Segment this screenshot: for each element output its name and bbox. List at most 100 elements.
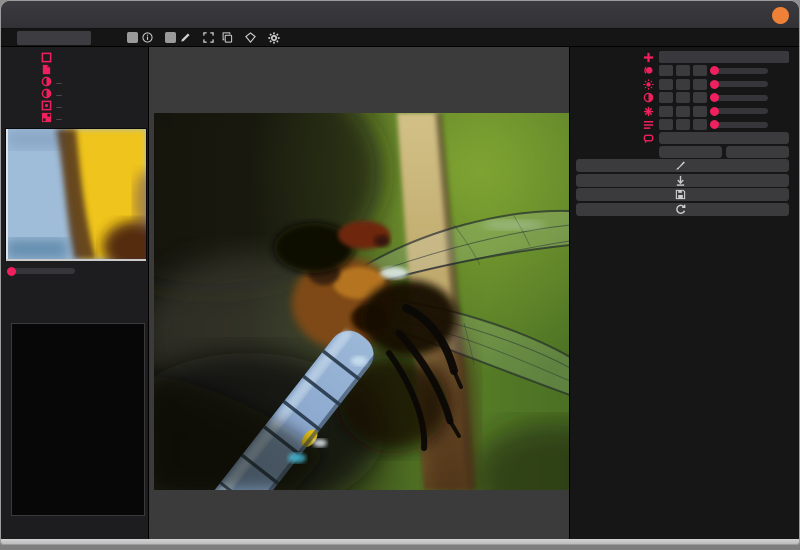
position-icon <box>40 100 53 111</box>
file-icon <box>40 64 53 75</box>
app-window <box>0 0 800 545</box>
info-row-file <box>3 64 146 75</box>
rgba-icon <box>40 76 53 87</box>
info-row-size <box>3 52 146 63</box>
remove-filter-button[interactable] <box>693 119 707 130</box>
move-down-button[interactable] <box>676 92 690 103</box>
info-row-pos <box>3 100 146 111</box>
info-row-rgbaf <box>3 88 146 99</box>
filter-row-exposure <box>576 105 789 117</box>
brightness-slider[interactable] <box>710 81 768 87</box>
down-arrow-icon <box>675 175 686 186</box>
copy-button[interactable] <box>222 32 237 43</box>
filter-row <box>576 51 789 63</box>
compare-row <box>576 146 789 158</box>
brightness-icon <box>641 79 656 90</box>
size-icon <box>40 52 53 63</box>
move-up-button[interactable] <box>659 119 673 130</box>
main-area <box>1 47 799 539</box>
exposure-icon <box>641 106 656 117</box>
overwrite-file-button[interactable] <box>576 188 789 201</box>
move-up-button[interactable] <box>659 65 673 76</box>
paste-button[interactable] <box>245 32 260 43</box>
remove-filter-button[interactable] <box>693 65 707 76</box>
reset-row <box>576 132 789 144</box>
move-up-button[interactable] <box>659 92 673 103</box>
move-down-button[interactable] <box>676 79 690 90</box>
color-fringe-slider[interactable] <box>710 68 768 74</box>
filter-row-desaturate <box>576 119 789 131</box>
save-icon <box>675 189 686 200</box>
reload-icon <box>675 204 686 215</box>
stat-colors <box>7 278 146 291</box>
paint-mode-button[interactable] <box>576 159 789 172</box>
move-down-button[interactable] <box>676 119 690 130</box>
pencil-icon <box>180 32 191 43</box>
move-up-button[interactable] <box>659 79 673 90</box>
paste-icon <box>245 32 256 43</box>
pos-value <box>56 107 62 108</box>
stat-pixels <box>7 304 146 317</box>
brush-icon <box>675 160 686 171</box>
preview-crosshair-v <box>6 129 8 259</box>
edit-checkbox[interactable] <box>165 32 176 43</box>
slider-knob[interactable] <box>710 80 719 89</box>
rgbaf-value <box>56 95 62 96</box>
apply-all-edits-button[interactable] <box>576 174 789 187</box>
rgba-float-icon <box>40 88 53 99</box>
stat-transparent <box>7 291 146 304</box>
rgba8-value <box>56 83 62 84</box>
uv-value <box>56 119 62 120</box>
channels-dropdown[interactable] <box>17 31 91 45</box>
info-row-uv <box>3 112 146 123</box>
info-checkbox[interactable] <box>127 32 138 43</box>
filter-row-contrast <box>576 92 789 104</box>
info-panel <box>1 47 149 539</box>
image-tiling-row <box>7 268 146 274</box>
slider-knob[interactable] <box>710 66 719 75</box>
reset-all-edits-button[interactable] <box>659 132 789 144</box>
contrast-icon <box>641 92 656 103</box>
copy-icon <box>222 32 233 43</box>
compare-modified-button[interactable] <box>726 146 789 158</box>
slider-knob[interactable] <box>7 267 16 276</box>
gear-icon[interactable] <box>268 32 280 44</box>
remove-filter-button[interactable] <box>693 106 707 117</box>
info-toggle[interactable] <box>127 32 157 43</box>
desaturate-slider[interactable] <box>710 122 768 128</box>
toolbar <box>1 29 799 47</box>
move-down-button[interactable] <box>676 65 690 76</box>
preview-crosshair-h <box>6 259 146 261</box>
slider-knob[interactable] <box>710 93 719 102</box>
remove-filter-button[interactable] <box>693 92 707 103</box>
move-down-button[interactable] <box>676 106 690 117</box>
histogram <box>11 323 145 516</box>
add-filter-icon <box>641 52 656 63</box>
image-viewport[interactable] <box>149 47 569 539</box>
contrast-slider[interactable] <box>710 95 768 101</box>
filter-dropdown[interactable] <box>659 51 789 63</box>
filter-row-brightness <box>576 78 789 90</box>
zoom-preview <box>5 128 147 260</box>
info-icon <box>142 32 153 43</box>
move-up-button[interactable] <box>659 106 673 117</box>
info-row-rgba8 <box>3 76 146 87</box>
filter-row-color-fringe <box>576 65 789 77</box>
remove-filter-button[interactable] <box>693 79 707 90</box>
uv-checker-icon <box>40 112 53 123</box>
titlebar[interactable] <box>1 1 799 29</box>
fullscreen-icon[interactable] <box>203 32 214 43</box>
slider-knob[interactable] <box>710 107 719 116</box>
compare-original-button[interactable] <box>659 146 722 158</box>
close-button[interactable] <box>772 7 789 24</box>
color-fringe-icon <box>641 65 656 76</box>
reload-image-button[interactable] <box>576 203 789 216</box>
desaturate-icon <box>641 119 656 130</box>
edit-toggle[interactable] <box>165 32 195 43</box>
edit-panel <box>569 47 799 539</box>
image-canvas[interactable] <box>154 113 569 490</box>
slider-knob[interactable] <box>710 120 719 129</box>
exposure-slider[interactable] <box>710 108 768 114</box>
window-bottom-edge <box>1 539 799 544</box>
image-tiling-slider[interactable] <box>7 268 75 274</box>
